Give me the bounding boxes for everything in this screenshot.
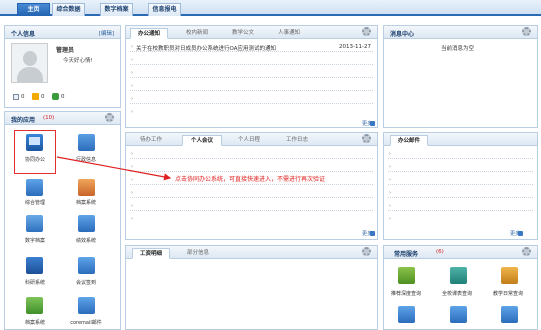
annotation-text: 点击协同办公系统，可直接快速进入，不需进行再次验证	[175, 176, 326, 183]
annotation-arrow	[56, 156, 172, 181]
